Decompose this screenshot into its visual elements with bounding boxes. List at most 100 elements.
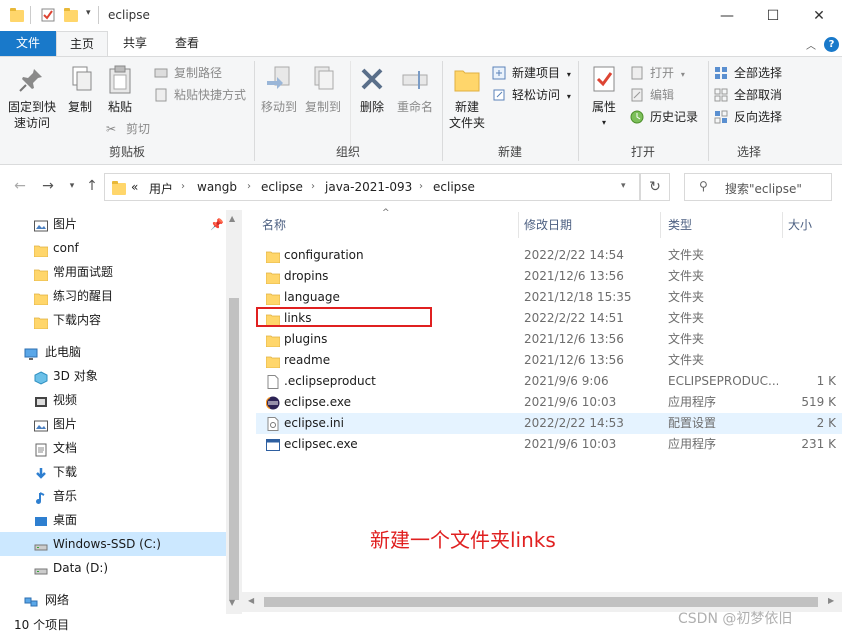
scroll-down-icon[interactable]: ▼ — [229, 598, 235, 607]
paste-button[interactable]: 粘贴 — [100, 63, 140, 115]
up-arrow-icon[interactable]: ↑ — [82, 176, 102, 196]
cut-button[interactable]: ✂ 剪切 — [106, 119, 150, 139]
file-row[interactable]: eclipsec.exe 2021/9/6 10:03 应用程序 231 K — [256, 434, 842, 455]
open-button[interactable]: 打开 ▾ — [630, 63, 685, 83]
column-header-type[interactable]: 类型 — [668, 216, 692, 233]
file-row[interactable]: .eclipseproduct 2021/9/6 9:06 ECLIPSEPRODU… — [256, 371, 842, 392]
back-arrow-icon[interactable]: ← — [10, 176, 30, 196]
column-header-name[interactable]: 名称 — [262, 216, 286, 233]
paste-label: 粘贴 — [107, 100, 132, 114]
file-size: 519 K — [801, 395, 836, 409]
nav-item[interactable]: conf — [0, 236, 226, 260]
nav-item[interactable]: 网络 — [0, 588, 226, 612]
new-folder-quick-icon[interactable] — [64, 8, 78, 22]
divider — [350, 61, 351, 151]
chevron-right-icon[interactable]: › — [311, 181, 315, 192]
properties-quick-icon[interactable] — [41, 8, 55, 22]
history-button[interactable]: 历史记录 — [630, 107, 698, 127]
invert-selection-button[interactable]: 反向选择 — [714, 107, 782, 127]
nav-item[interactable]: 3D 对象 — [0, 364, 226, 388]
select-none-button[interactable]: 全部取消 — [714, 85, 782, 105]
tab-file[interactable]: 文件 — [0, 31, 56, 56]
close-button[interactable]: ✕ — [796, 0, 842, 31]
new-item-icon — [492, 66, 506, 80]
file-row[interactable]: language 2021/12/18 15:35 文件夹 — [256, 287, 842, 308]
breadcrumb-item[interactable]: java-2021-093 — [325, 180, 412, 194]
file-row[interactable]: configuration 2022/2/22 14:54 文件夹 — [256, 245, 842, 266]
nav-item[interactable]: 视频 — [0, 388, 226, 412]
copy-button[interactable]: 复制 — [60, 63, 100, 115]
help-icon[interactable]: ? — [824, 37, 839, 52]
chevron-right-icon[interactable]: › — [419, 181, 423, 192]
chevron-right-icon[interactable]: › — [247, 181, 251, 192]
scroll-left-icon[interactable]: ◀ — [248, 596, 254, 605]
address-dropdown-icon[interactable]: ▾ — [621, 181, 626, 191]
address-bar[interactable]: « 用户 › wangb › eclipse › java-2021-093 ›… — [104, 173, 640, 201]
easy-access-button[interactable]: 轻松访问 ▾ — [492, 85, 571, 105]
file-row[interactable]: dropins 2021/12/6 13:56 文件夹 — [256, 266, 842, 287]
customize-quick-access-icon[interactable]: ▾ — [86, 8, 91, 18]
copy-path-button[interactable]: 复制路径 — [154, 63, 222, 83]
forward-arrow-icon[interactable]: → — [38, 176, 58, 196]
edit-button[interactable]: 编辑 — [630, 85, 674, 105]
column-divider[interactable] — [782, 212, 783, 238]
column-header-date[interactable]: 修改日期 — [524, 216, 572, 233]
breadcrumb-overflow[interactable]: « — [131, 180, 138, 194]
nav-item[interactable]: 练习的醒目 — [0, 284, 226, 308]
file-row[interactable]: eclipse.ini 2022/2/22 14:53 配置设置 2 K — [256, 413, 842, 434]
breadcrumb-item[interactable]: wangb — [197, 180, 237, 194]
column-divider[interactable] — [518, 212, 519, 238]
scroll-right-icon[interactable]: ▶ — [828, 596, 834, 605]
file-row[interactable]: eclipse.exe 2021/9/6 10:03 应用程序 519 K — [256, 392, 842, 413]
nav-item-label: 此电脑 — [45, 345, 82, 359]
properties-label: 属性 — [591, 100, 616, 114]
nav-item[interactable]: 图片 — [0, 212, 226, 236]
refresh-icon: ↻ — [649, 179, 661, 195]
scroll-up-icon[interactable]: ▲ — [229, 214, 235, 223]
nav-scroll-thumb[interactable] — [229, 298, 239, 600]
breadcrumb-item[interactable]: 用户 — [149, 180, 173, 197]
tab-home[interactable]: 主页 — [56, 31, 108, 56]
refresh-button[interactable]: ↻ — [640, 173, 670, 201]
nav-item[interactable]: 音乐 — [0, 484, 226, 508]
horizontal-scroll-thumb[interactable] — [264, 597, 818, 607]
rename-button[interactable]: 重命名 — [392, 63, 438, 115]
tab-view[interactable]: 查看 — [164, 31, 210, 56]
delete-button[interactable]: 删除 — [354, 63, 390, 115]
pin-to-quick-access-button[interactable]: 固定到快 速访问 — [6, 63, 58, 131]
new-item-button[interactable]: 新建项目 ▾ — [492, 63, 571, 83]
nav-item[interactable]: Data (D:) — [0, 556, 226, 580]
nav-scrollbar[interactable]: ▲ ▼ — [226, 210, 242, 614]
minimize-button[interactable]: — — [704, 0, 750, 31]
paste-shortcut-button[interactable]: 粘贴快捷方式 — [154, 85, 246, 105]
nav-item[interactable]: 此电脑 — [0, 340, 226, 364]
tab-share[interactable]: 共享 — [112, 31, 158, 56]
nav-item[interactable]: 下载内容 — [0, 308, 226, 332]
move-to-button[interactable]: 移动到 — [258, 63, 300, 115]
nav-item[interactable]: 下载 — [0, 460, 226, 484]
nav-item[interactable]: 常用面试题 — [0, 260, 226, 284]
breadcrumb-item[interactable]: eclipse — [433, 180, 475, 194]
recent-locations-icon[interactable]: ▾ — [62, 176, 82, 196]
file-row[interactable]: readme 2021/12/6 13:56 文件夹 — [256, 350, 842, 371]
collapse-ribbon-icon[interactable]: ︿ — [806, 37, 816, 52]
file-row[interactable]: plugins 2021/12/6 13:56 文件夹 — [256, 329, 842, 350]
column-header-size[interactable]: 大小 — [788, 216, 812, 233]
search-input[interactable]: ⚲ 搜索"eclipse" — [684, 173, 832, 201]
folder-icon — [265, 249, 281, 264]
file-type: 文件夹 — [668, 353, 705, 367]
nav-item[interactable]: 桌面 — [0, 508, 226, 532]
nav-item[interactable]: 文档 — [0, 436, 226, 460]
new-folder-button[interactable]: 新建 文件夹 — [446, 63, 488, 131]
breadcrumb-item[interactable]: eclipse — [261, 180, 303, 194]
select-all-button[interactable]: 全部选择 — [714, 63, 782, 83]
copy-to-button[interactable]: 复制到 — [302, 63, 344, 115]
nav-item[interactable]: 图片 — [0, 412, 226, 436]
column-divider[interactable] — [660, 212, 661, 238]
file-date: 2021/9/6 10:03 — [524, 395, 617, 409]
properties-button[interactable]: 属性 ▾ — [584, 63, 624, 131]
chevron-right-icon[interactable]: › — [181, 181, 185, 192]
nav-item[interactable]: Windows-SSD (C:) — [0, 532, 226, 556]
copy-to-icon — [307, 63, 339, 95]
maximize-button[interactable]: ☐ — [750, 0, 796, 31]
